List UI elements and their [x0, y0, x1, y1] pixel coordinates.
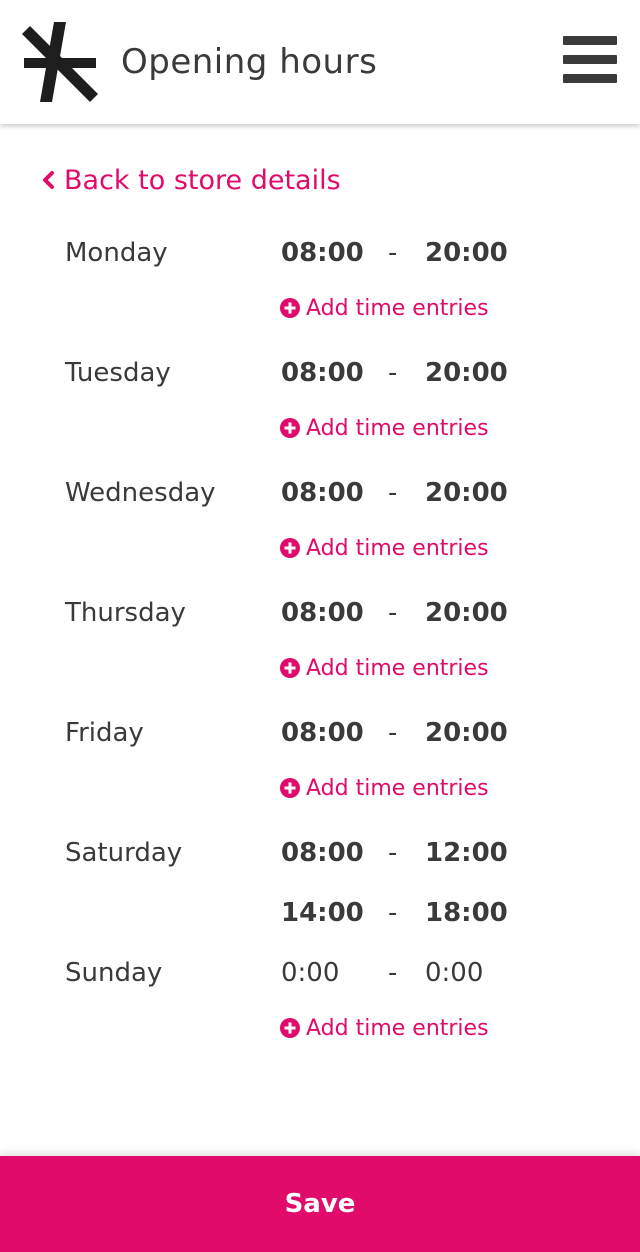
app-header: Opening hours [0, 0, 640, 124]
time-range-separator: - [388, 838, 398, 868]
day-row-monday: Monday 08:00-20:00 [0, 232, 640, 276]
plus-circle-icon [280, 658, 300, 678]
page-title: Opening hours [121, 42, 378, 82]
day-name: Saturday [65, 838, 183, 868]
day-name: Wednesday [65, 478, 216, 508]
opening-time-end[interactable]: 18:00 [425, 898, 508, 928]
opening-time-end[interactable]: 20:00 [425, 478, 508, 508]
day-row-friday: Friday 08:00-20:00 [0, 712, 640, 756]
opening-time-start[interactable]: 0:00 [281, 958, 339, 988]
add-time-entries-button-sunday[interactable]: Add time entries [280, 1010, 489, 1046]
add-time-entries-label: Add time entries [306, 295, 489, 321]
day-row-saturday: Saturday 08:00-12:00 [0, 832, 640, 876]
plus-circle-icon [280, 1018, 300, 1038]
save-button-label: Save [284, 1189, 356, 1219]
day-name: Sunday [65, 958, 163, 988]
time-range-separator: - [388, 718, 398, 748]
add-time-entries-label: Add time entries [306, 415, 489, 441]
day-row-tuesday: Tuesday 08:00-20:00 [0, 352, 640, 396]
opening-time-start[interactable]: 08:00 [281, 478, 364, 508]
opening-time-start[interactable]: 08:00 [281, 238, 364, 268]
hamburger-menu-icon[interactable] [563, 36, 617, 84]
opening-time-start[interactable]: 08:00 [281, 718, 364, 748]
time-range-separator: - [388, 358, 398, 388]
opening-time-start[interactable]: 08:00 [281, 598, 364, 628]
save-button[interactable]: Save [0, 1156, 640, 1252]
plus-circle-icon [280, 298, 300, 318]
opening-time-end[interactable]: 20:00 [425, 238, 508, 268]
opening-time-end[interactable]: 20:00 [425, 718, 508, 748]
asterisk-logo-icon [22, 22, 98, 102]
time-range-separator: - [388, 958, 398, 988]
add-time-entries-button-tuesday[interactable]: Add time entries [280, 410, 489, 446]
day-name: Tuesday [65, 358, 171, 388]
opening-time-start[interactable]: 14:00 [281, 898, 364, 928]
day-row-sunday: Sunday 0:00-0:00 [0, 952, 640, 996]
day-name: Monday [65, 238, 168, 268]
opening-time-start[interactable]: 08:00 [281, 838, 364, 868]
day-name: Thursday [65, 598, 186, 628]
add-time-entries-label: Add time entries [306, 535, 489, 561]
time-range-separator: - [388, 598, 398, 628]
add-time-entries-label: Add time entries [306, 1015, 489, 1041]
plus-circle-icon [280, 418, 300, 438]
back-to-store-details-link[interactable]: Back to store details [38, 162, 341, 198]
add-time-entries-button-thursday[interactable]: Add time entries [280, 650, 489, 686]
chevron-left-icon [43, 171, 54, 189]
day-row-thursday: Thursday 08:00-20:00 [0, 592, 640, 636]
add-time-entries-button-monday[interactable]: Add time entries [280, 290, 489, 326]
time-range-separator: - [388, 238, 398, 268]
plus-circle-icon [280, 538, 300, 558]
day-row-wednesday: Wednesday 08:00-20:00 [0, 472, 640, 516]
time-range-separator: - [388, 898, 398, 928]
opening-time-end[interactable]: 12:00 [425, 838, 508, 868]
day-row-saturday: 14:00-18:00 [0, 892, 640, 936]
opening-time-end[interactable]: 20:00 [425, 598, 508, 628]
back-link-label: Back to store details [64, 164, 341, 196]
time-range-separator: - [388, 478, 398, 508]
plus-circle-icon [280, 778, 300, 798]
opening-time-end[interactable]: 20:00 [425, 358, 508, 388]
add-time-entries-button-wednesday[interactable]: Add time entries [280, 530, 489, 566]
day-name: Friday [65, 718, 144, 748]
add-time-entries-label: Add time entries [306, 655, 489, 681]
add-time-entries-label: Add time entries [306, 775, 489, 801]
add-time-entries-button-friday[interactable]: Add time entries [280, 770, 489, 806]
opening-time-end[interactable]: 0:00 [425, 958, 483, 988]
opening-time-start[interactable]: 08:00 [281, 358, 364, 388]
